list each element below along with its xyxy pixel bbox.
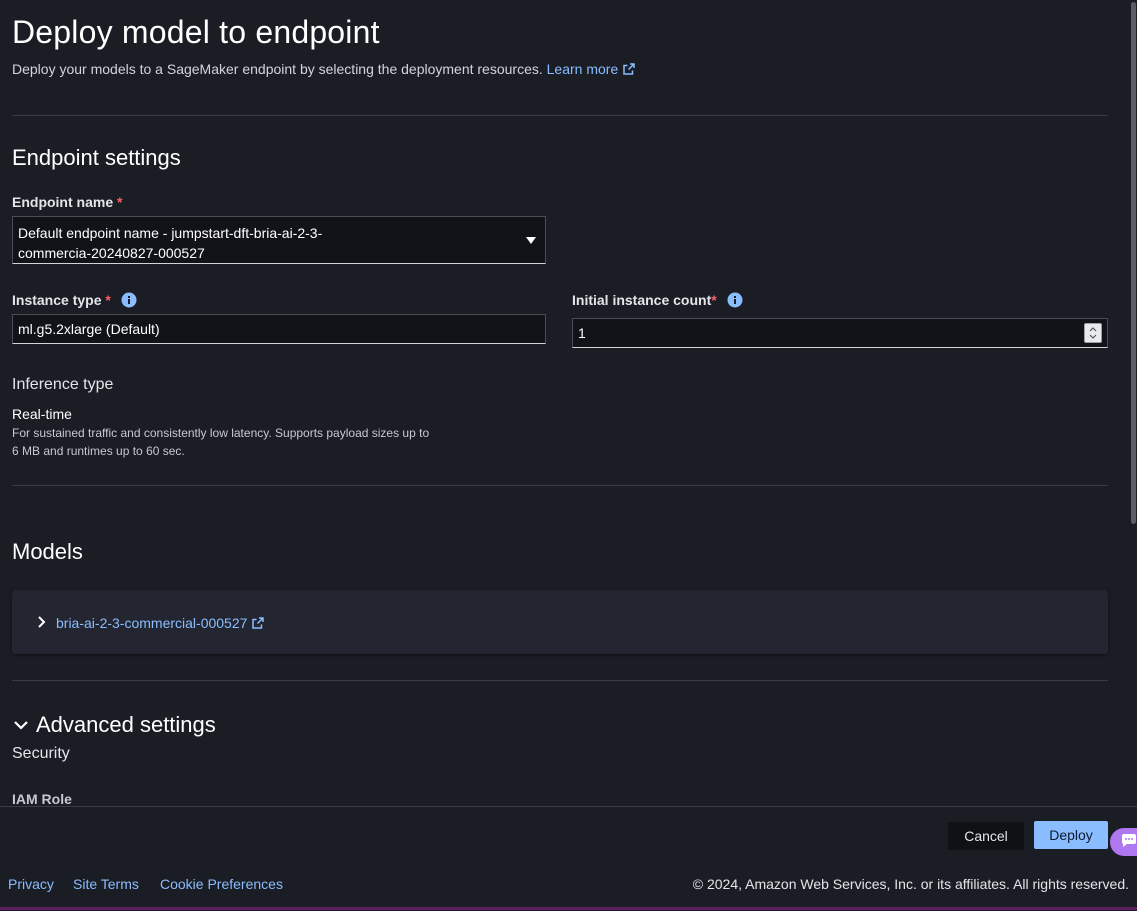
- instance-type-value: ml.g5.2xlarge (Default): [18, 321, 160, 337]
- security-heading: Security: [12, 745, 70, 762]
- external-link-icon: [623, 63, 635, 75]
- learn-more-label: Learn more: [546, 61, 619, 77]
- initial-instance-count-label: Initial instance count*: [572, 292, 743, 308]
- models-heading: Models: [12, 539, 83, 564]
- inference-type-heading: Inference type: [12, 376, 114, 393]
- scrollbar[interactable]: [1130, 0, 1137, 806]
- subtitle-text: Deploy your models to a SageMaker endpoi…: [12, 61, 543, 77]
- endpoint-name-label-text: Endpoint name: [12, 194, 114, 210]
- model-card: bria-ai-2-3-commercial-000527: [12, 590, 1108, 654]
- cookie-preferences-link[interactable]: Cookie Preferences: [160, 876, 283, 892]
- deploy-page: Deploy model to endpoint Deploy your mod…: [0, 0, 1130, 806]
- stepper-arrows-icon: [1089, 327, 1097, 339]
- learn-more-link[interactable]: Learn more: [547, 61, 636, 77]
- quantity-stepper[interactable]: [1084, 323, 1102, 343]
- instance-type-label-text: Instance type: [12, 292, 102, 308]
- divider: [12, 680, 1108, 681]
- instance-type-label: Instance type *: [12, 292, 137, 308]
- initial-instance-count-input[interactable]: 1: [572, 318, 1108, 348]
- initial-instance-count-label-text: Initial instance count: [572, 292, 712, 308]
- chevron-down-icon: [14, 721, 28, 730]
- copyright-text: © 2024, Amazon Web Services, Inc. or its…: [692, 876, 1129, 892]
- divider: [12, 485, 1108, 486]
- cancel-button[interactable]: Cancel: [948, 822, 1024, 850]
- info-icon[interactable]: [121, 292, 137, 308]
- caret-down-icon: [526, 237, 536, 244]
- privacy-link[interactable]: Privacy: [8, 876, 54, 892]
- required-mark: *: [105, 292, 111, 308]
- divider: [12, 115, 1108, 116]
- scrollbar-thumb[interactable]: [1131, 2, 1136, 524]
- external-link-icon: [252, 617, 265, 629]
- endpoint-name-label: Endpoint name *: [12, 194, 122, 210]
- info-icon[interactable]: [727, 292, 743, 308]
- instance-type-field[interactable]: ml.g5.2xlarge (Default): [12, 314, 546, 344]
- inference-option: Real-time: [12, 406, 72, 422]
- iam-role-label: IAM Role: [12, 791, 72, 806]
- endpoint-settings-heading: Endpoint settings: [12, 145, 181, 170]
- deploy-button[interactable]: Deploy: [1034, 821, 1108, 849]
- chevron-right-icon[interactable]: [36, 616, 46, 628]
- endpoint-name-value: Default endpoint name - jumpstart-dft-br…: [18, 225, 323, 261]
- required-mark: *: [711, 292, 717, 308]
- model-name: bria-ai-2-3-commercial-000527: [56, 615, 248, 631]
- page-subtitle: Deploy your models to a SageMaker endpoi…: [12, 61, 635, 77]
- page-title: Deploy model to endpoint: [12, 14, 380, 50]
- advanced-settings-heading: Advanced settings: [36, 712, 216, 737]
- inference-description: For sustained traffic and consistently l…: [12, 426, 430, 458]
- endpoint-name-select[interactable]: Default endpoint name - jumpstart-dft-br…: [12, 216, 546, 264]
- site-terms-link[interactable]: Site Terms: [73, 876, 139, 892]
- required-mark: *: [117, 194, 123, 210]
- model-link[interactable]: bria-ai-2-3-commercial-000527: [56, 615, 265, 631]
- advanced-settings-toggle[interactable]: Advanced settings: [14, 712, 216, 738]
- initial-instance-count-value: 1: [578, 325, 586, 341]
- chat-icon: [1122, 834, 1136, 847]
- chat-button[interactable]: [1110, 828, 1137, 856]
